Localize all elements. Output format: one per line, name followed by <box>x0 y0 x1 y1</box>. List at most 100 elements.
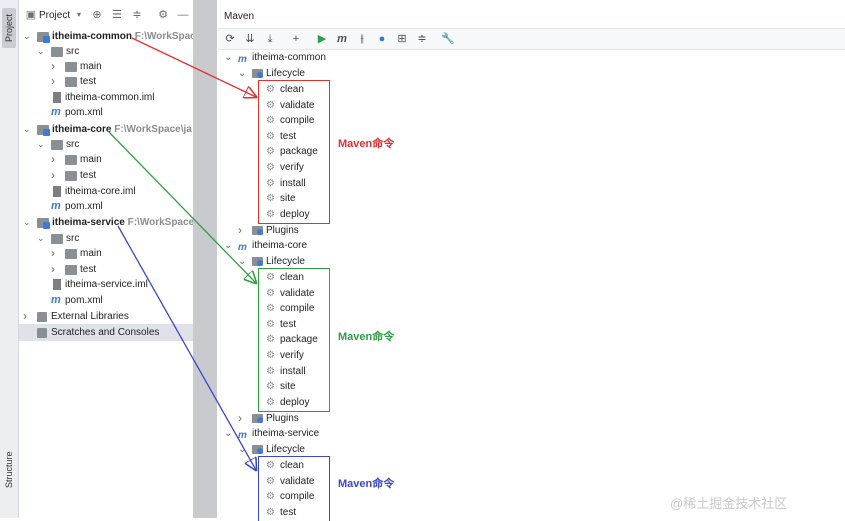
folder-icon <box>51 47 63 57</box>
maven-project-icon: m <box>238 242 247 253</box>
tree-row-2[interactable]: › main <box>19 59 193 74</box>
chevron-down-icon[interactable]: ⌄ <box>23 122 33 137</box>
chevron-right-icon[interactable]: › <box>51 168 61 183</box>
locate-icon[interactable]: ⊕ <box>91 9 103 21</box>
tree-item-label: test <box>80 76 97 87</box>
project-panel-header: ▣ Project ▾ ⊕ ☰ ≑ ⚙ — <box>19 4 193 26</box>
tree-row-0[interactable]: ⌄ itheima-common F:\WorkSpace <box>19 29 193 44</box>
chevron-right-icon[interactable]: › <box>51 262 61 277</box>
chevron-down-icon[interactable]: ⌄ <box>37 44 47 59</box>
tree-item-label: itheima-common F:\WorkSpace <box>52 29 193 44</box>
tree-item-label: main <box>80 61 102 72</box>
tree-item-label: itheima-core.iml <box>65 186 136 197</box>
iml-file-icon <box>53 279 61 290</box>
collapse-all-icon[interactable]: ≑ <box>131 9 143 21</box>
chevron-down-icon[interactable]: ⌄ <box>37 137 47 152</box>
tree-row-5[interactable]: m pom.xml <box>19 105 193 120</box>
reload-icon[interactable]: ⟳ <box>223 32 237 46</box>
chevron-down-icon[interactable]: ⌄ <box>238 66 246 81</box>
add-icon[interactable]: + <box>289 32 303 46</box>
folder-icon <box>65 265 77 275</box>
tree-row-9[interactable]: › test <box>19 168 193 183</box>
tree-row-14[interactable]: › main <box>19 246 193 261</box>
show-dependencies-icon[interactable]: ⊞ <box>395 32 409 46</box>
execute-goal-icon[interactable]: m <box>335 32 349 46</box>
tree-row-15[interactable]: › test <box>19 262 193 277</box>
project-panel: ▣ Project ▾ ⊕ ☰ ≑ ⚙ — ⌄ itheima-common F:… <box>19 0 193 518</box>
tree-row-17[interactable]: m pom.xml <box>19 293 193 308</box>
project-tool-tab[interactable]: Project <box>2 8 16 48</box>
iml-file-icon <box>53 92 61 103</box>
structure-tool-tab[interactable]: Structure <box>2 448 16 492</box>
tree-row-13[interactable]: ⌄ src <box>19 231 193 246</box>
hide-icon[interactable]: — <box>177 9 189 21</box>
tree-row-11[interactable]: m pom.xml <box>19 199 193 214</box>
lifecycle-label: Lifecycle <box>266 68 305 79</box>
chevron-right-icon[interactable]: › <box>238 223 242 238</box>
tree-item-label: Scratches and Consoles <box>51 327 160 338</box>
module-folder-icon <box>37 32 50 43</box>
annotation-label-red: Maven命令 <box>338 138 395 150</box>
tree-item-label: itheima-service F:\WorkSpace <box>52 217 193 228</box>
tree-row-19[interactable]: Scratches and Consoles <box>19 325 193 340</box>
chevron-down-icon[interactable]: ⌄ <box>238 254 246 269</box>
download-icon[interactable]: ⤓ <box>263 32 277 46</box>
tree-item-label: src <box>66 233 80 244</box>
expand-all-icon[interactable]: ☰ <box>111 9 123 21</box>
tree-row-18[interactable]: › External Libraries <box>19 309 193 324</box>
collapse-all-icon[interactable]: ≑ <box>415 32 429 46</box>
annotation-box-red <box>258 80 330 224</box>
chevron-right-icon[interactable]: › <box>51 246 61 261</box>
folder-icon <box>65 249 77 259</box>
chevron-down-icon[interactable]: ⌄ <box>224 238 232 253</box>
tree-row-1[interactable]: ⌄ src <box>19 44 193 59</box>
tree-row-6[interactable]: ⌄ itheima-core F:\WorkSpace\ja <box>19 122 193 137</box>
folder-icon <box>65 155 77 165</box>
annotation-label-blue: Maven命令 <box>338 478 395 490</box>
chevron-down-icon[interactable]: ⌄ <box>23 215 33 230</box>
chevron-down-icon[interactable]: ⌄ <box>224 426 232 441</box>
chevron-down-icon[interactable]: ⌄ <box>37 231 47 246</box>
folder-icon <box>65 77 77 87</box>
tree-row-3[interactable]: › test <box>19 74 193 89</box>
tree-row-8[interactable]: › main <box>19 152 193 167</box>
maven-file-icon: m <box>51 200 61 212</box>
tree-row-16[interactable]: itheima-service.iml <box>19 277 193 292</box>
maven-project-icon: m <box>238 54 247 65</box>
gear-icon[interactable]: ⚙ <box>157 9 169 21</box>
project-view-title[interactable]: Project <box>39 10 70 21</box>
iml-file-icon <box>53 186 61 197</box>
chevron-right-icon[interactable]: › <box>238 411 242 426</box>
tree-item-label: main <box>80 248 102 259</box>
tree-item-label: src <box>66 139 80 150</box>
chevron-down-icon[interactable]: ⌄ <box>224 50 232 65</box>
maven-project-name: itheima-common <box>252 52 326 63</box>
panel-divider[interactable] <box>193 0 217 518</box>
library-icon <box>37 312 47 322</box>
chevron-right-icon[interactable]: › <box>51 74 61 89</box>
tree-item-label: External Libraries <box>51 311 129 322</box>
wrench-icon[interactable]: 🔧 <box>441 32 455 46</box>
folder-icon <box>65 171 77 181</box>
tree-row-7[interactable]: ⌄ src <box>19 137 193 152</box>
chevron-right-icon[interactable]: › <box>51 152 61 167</box>
chevron-right-icon[interactable]: › <box>51 59 61 74</box>
annotation-label-green: Maven命令 <box>338 331 395 343</box>
chevron-down-icon[interactable]: ▾ <box>73 9 85 21</box>
chevron-down-icon[interactable]: ⌄ <box>238 442 246 457</box>
toggle-offline-icon[interactable]: ⫲ <box>355 32 369 46</box>
plugins-icon <box>252 226 263 236</box>
chevron-right-icon[interactable]: › <box>23 309 33 324</box>
tree-item-label: itheima-core F:\WorkSpace\ja <box>52 124 192 135</box>
module-path: F:\WorkSpace <box>134 31 193 42</box>
tree-row-4[interactable]: itheima-common.iml <box>19 90 193 105</box>
maven-file-icon: m <box>51 106 61 118</box>
generate-sources-icon[interactable]: ⇊ <box>243 32 257 46</box>
tree-row-10[interactable]: itheima-core.iml <box>19 184 193 199</box>
maven-file-icon: m <box>51 294 61 306</box>
chevron-down-icon[interactable]: ⌄ <box>23 29 33 44</box>
skip-tests-icon[interactable]: ● <box>375 32 389 46</box>
lifecycle-icon <box>252 445 263 454</box>
run-icon[interactable]: ▶ <box>315 32 329 46</box>
tree-row-12[interactable]: ⌄ itheima-service F:\WorkSpace <box>19 215 193 230</box>
